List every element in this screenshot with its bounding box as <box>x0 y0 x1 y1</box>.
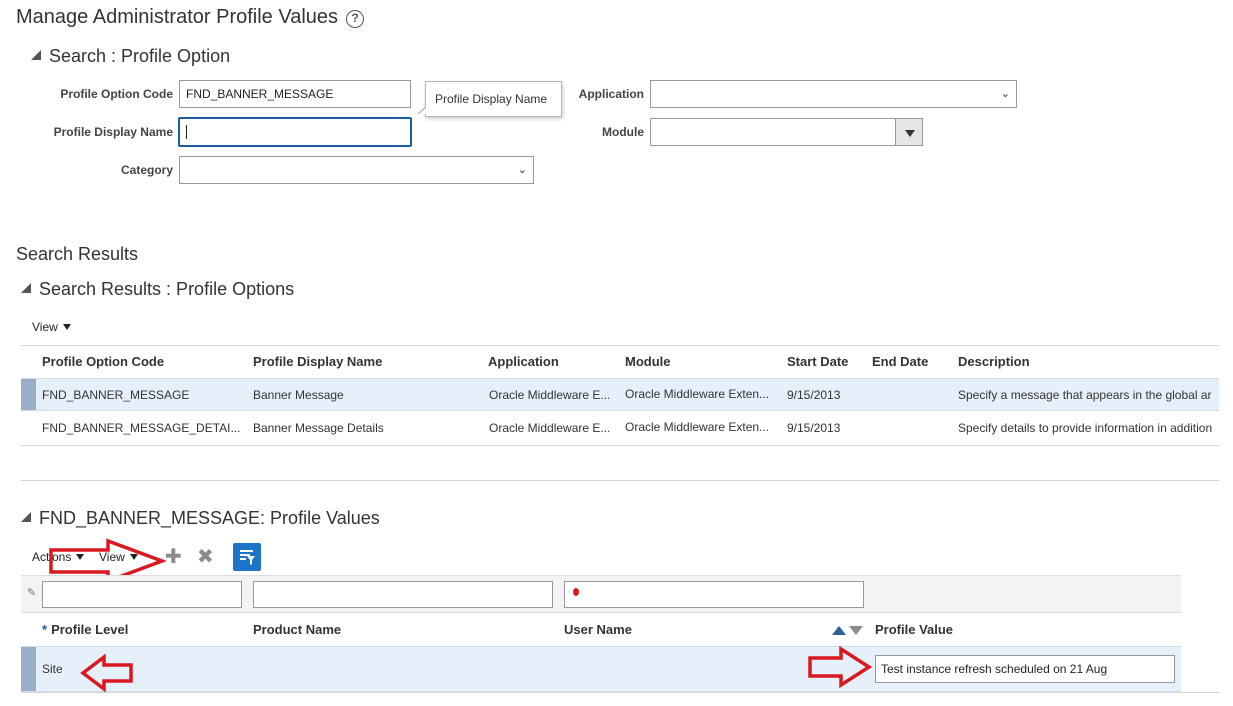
results-section-title: Search Results : Profile Options <box>39 279 295 299</box>
chevron-down-icon: ⌄ <box>517 164 527 176</box>
cell-profile-level: Site <box>42 662 63 676</box>
search-results-title: Search Results <box>16 244 139 264</box>
help-icon[interactable]: ? <box>346 10 364 28</box>
col-header-profile-level-label: Profile Level <box>51 622 129 637</box>
tooltip: Profile Display Name <box>417 81 562 117</box>
col-header-application[interactable]: Application <box>488 354 559 369</box>
chevron-down-icon: ⌄ <box>1000 88 1010 100</box>
cell-start-date: 9/15/2013 <box>787 388 841 402</box>
filter-profile-level[interactable] <box>42 581 242 608</box>
cell-description: Specify details to provide information i… <box>958 421 1213 435</box>
col-header-product-name[interactable]: Product Name <box>253 622 341 637</box>
module-input[interactable] <box>650 118 923 146</box>
filter-user-name[interactable] <box>564 581 864 608</box>
application-label: Application <box>578 87 644 101</box>
cell-profile-display-name: Banner Message Details <box>253 421 384 435</box>
col-header-end-date[interactable]: End Date <box>872 354 928 369</box>
search-section-title: Search : Profile Option <box>49 46 231 66</box>
col-header-profile-level[interactable]: * Profile Level <box>42 622 128 637</box>
profile-display-name-label: Profile Display Name <box>53 125 173 139</box>
col-header-profile-option-code[interactable]: Profile Option Code <box>42 354 164 369</box>
caret-down-icon <box>62 324 71 330</box>
search-section-header[interactable]: Search : Profile Option <box>31 46 230 67</box>
profile-option-code-label: Profile Option Code <box>60 87 173 101</box>
view-menu-label: View <box>32 320 58 334</box>
divider <box>21 445 1219 446</box>
values-section-header[interactable]: FND_BANNER_MESSAGE: Profile Values <box>21 508 380 529</box>
delete-icon[interactable]: ✖ <box>197 547 214 567</box>
col-header-profile-display-name[interactable]: Profile Display Name <box>253 354 382 369</box>
view-menu[interactable]: View <box>32 320 71 334</box>
cell-description: Specify a message that appears in the gl… <box>958 388 1212 402</box>
category-label: Category <box>120 163 173 177</box>
collapse-triangle-icon[interactable] <box>21 283 31 293</box>
col-header-user-name[interactable]: User Name <box>564 622 632 637</box>
profile-display-name-input[interactable] <box>178 117 412 147</box>
collapse-triangle-icon[interactable] <box>21 512 31 522</box>
col-header-module[interactable]: Module <box>625 354 671 369</box>
cell-start-date: 9/15/2013 <box>787 421 841 435</box>
values-section-title: FND_BANNER_MESSAGE: Profile Values <box>39 508 380 528</box>
text-caret <box>186 125 187 139</box>
filter-product-name[interactable] <box>253 581 553 608</box>
profile-value-input[interactable]: Test instance refresh scheduled on 21 Au… <box>875 655 1175 683</box>
cell-profile-display-name: Banner Message <box>253 388 344 402</box>
annotation-arrow-icon <box>80 654 133 692</box>
results-section-header[interactable]: Search Results : Profile Options <box>21 279 294 300</box>
col-header-profile-value[interactable]: Profile Value <box>875 622 953 637</box>
cell-application: Oracle Middleware E... <box>489 388 611 402</box>
profile-value-text: Test instance refresh scheduled on 21 Au… <box>881 662 1108 676</box>
cell-profile-option-code: FND_BANNER_MESSAGE_DETAI... <box>42 421 241 435</box>
col-header-start-date[interactable]: Start Date <box>787 354 848 369</box>
add-icon[interactable]: ✚ <box>165 547 182 567</box>
page-title: Manage Administrator Profile Values <box>16 6 339 28</box>
col-header-description[interactable]: Description <box>958 354 1030 369</box>
dropdown-button[interactable] <box>895 119 922 145</box>
required-star-icon: * <box>42 622 48 637</box>
sort-ascending-icon[interactable] <box>832 626 846 635</box>
cell-application: Oracle Middleware E... <box>489 421 611 435</box>
divider <box>21 345 1219 346</box>
filter-row: ✎ <box>21 575 1181 613</box>
annotation-arrow-icon <box>808 646 873 688</box>
application-select[interactable]: ⌄ <box>650 80 1017 108</box>
divider <box>21 692 1219 693</box>
profile-option-code-value: FND_BANNER_MESSAGE <box>186 87 334 101</box>
category-select[interactable]: ⌄ <box>179 156 534 184</box>
row-selected-marker <box>21 647 36 691</box>
required-marker-icon <box>573 588 579 596</box>
sort-descending-icon[interactable] <box>849 626 863 635</box>
row-selected-marker <box>21 379 36 410</box>
divider <box>21 480 1219 481</box>
profile-option-code-input[interactable]: FND_BANNER_MESSAGE <box>179 80 411 108</box>
filter-icon <box>240 550 255 565</box>
cell-profile-option-code: FND_BANNER_MESSAGE <box>42 388 190 402</box>
module-label: Module <box>602 125 644 139</box>
collapse-triangle-icon[interactable] <box>31 50 41 60</box>
cell-module: Oracle Middleware Exten... <box>625 420 770 434</box>
query-by-example-button[interactable] <box>233 543 261 571</box>
cell-module: Oracle Middleware Exten... <box>625 387 770 401</box>
pencil-icon: ✎ <box>27 587 37 599</box>
